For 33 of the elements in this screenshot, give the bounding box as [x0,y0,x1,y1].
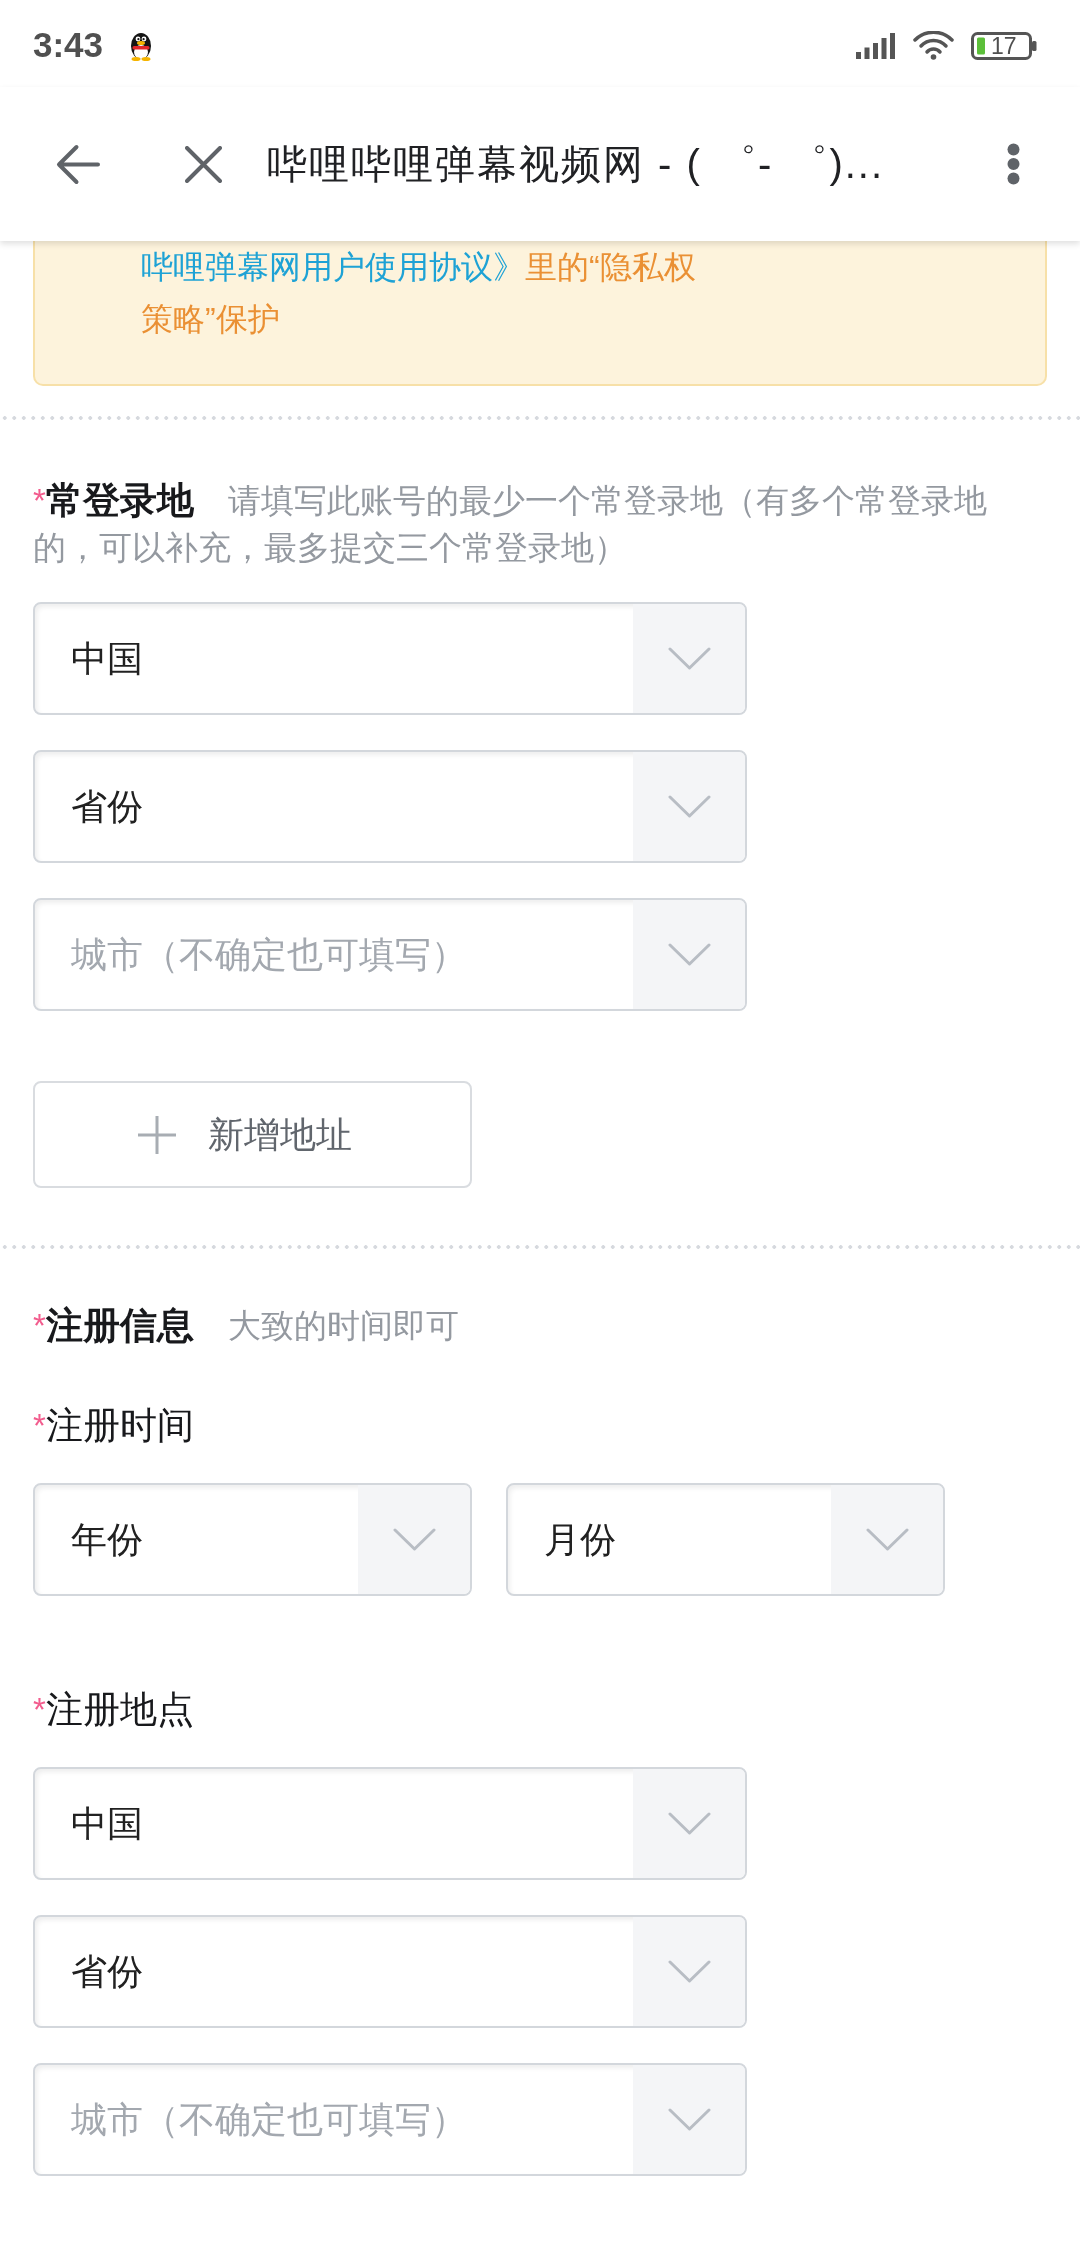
required-mark: * [33,1405,46,1446]
chevron-down-icon [667,795,711,818]
section-heading: *注册信息 大致的时间即可 [33,1304,460,1348]
chevron-down-icon [667,943,711,966]
dropdown-field[interactable]: 中国 [33,1767,747,1880]
page-title: 哔哩哔哩弹幕视频网 - ( ゜- ゜)... [267,141,885,188]
dropdown-field[interactable]: 年份 [33,1483,472,1596]
dropdown-field[interactable]: 中国 [33,602,747,715]
plus-icon [137,1114,177,1155]
dropdown-field[interactable]: 省份 [33,750,747,863]
chevron-down-icon [667,647,711,670]
field-label: 注册时间 [45,1403,194,1448]
field-label: 注册地点 [45,1687,194,1732]
chevron-down-icon [865,1528,909,1551]
dropdown-field[interactable]: 省份 [33,1915,747,2028]
notice-text: 哔哩弹幕网用户使用协议》里的“隐私权策略”保护 [141,248,697,339]
chevron-down-icon [667,2108,711,2131]
close-icon[interactable] [185,145,222,183]
signal-icon [856,32,895,59]
chevron-down-icon [392,1528,436,1551]
required-mark: * [33,1689,46,1730]
add-address-button[interactable]: 新增地址 [33,1081,472,1188]
chevron-down-icon [667,1812,711,1835]
menu-icon[interactable] [1007,143,1020,185]
battery-text: 17 [991,31,1017,60]
back-arrow-icon[interactable] [55,143,100,185]
penguin-icon [129,30,154,61]
battery-icon [971,31,1037,60]
chevron-down-icon [667,1960,711,1983]
wifi-icon [913,31,954,60]
clock-time: 3:43 [33,24,104,67]
section-heading: *常登录地 请填写此账号的最少一个常登录地（有多个常登录地的，可以补充，最多提交三个常登录地） [33,479,988,568]
dropdown-field[interactable]: 月份 [506,1483,945,1596]
